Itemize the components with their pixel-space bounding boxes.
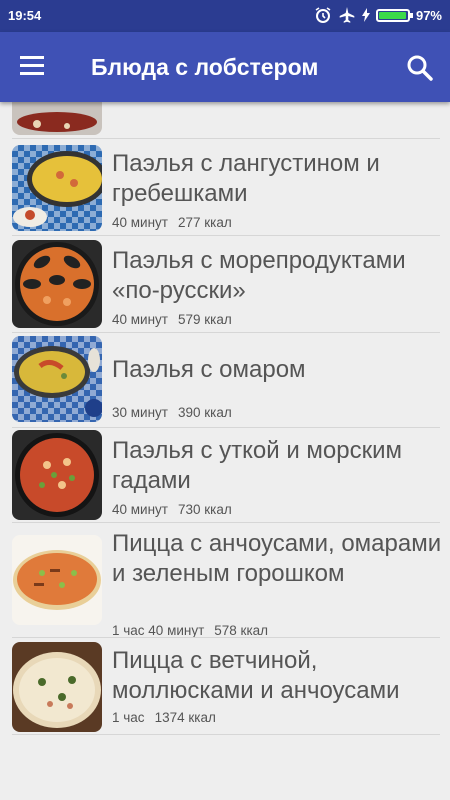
charging-icon [361, 8, 370, 22]
recipe-title: Паэлья с омаром [112, 356, 306, 383]
recipe-list[interactable]: Паэлья с лангустином и гребешками 40 мин… [0, 102, 450, 800]
recipe-meta: 40 минут 579 ккал [112, 312, 242, 327]
list-item-5[interactable]: Пицца с ветчиной, моллюсками и анчоусами… [0, 638, 450, 734]
recipe-meta: 1 час 1374 ккал [112, 710, 226, 725]
status-bar: 19:54 97% [0, 0, 450, 32]
recipe-thumbnail [12, 642, 102, 732]
recipe-meta: 30 минут 390 ккал [112, 405, 242, 420]
recipe-thumbnail [12, 102, 102, 135]
recipe-time: 40 минут [112, 502, 168, 517]
recipe-kcal: 277 ккал [177, 215, 232, 230]
alarm-icon [315, 7, 331, 23]
recipe-title: Паэлья с морепродуктами «по-русски» [112, 247, 406, 304]
recipe-meta: 40 минут 277 ккал [112, 215, 242, 230]
recipe-kcal: 579 ккал [177, 312, 232, 327]
list-item-2[interactable]: Паэлья с омаром 30 минут 390 ккал [0, 333, 450, 425]
list-item-3[interactable]: Паэлья с уткой и морским гадами 40 минут… [0, 428, 450, 522]
recipe-thumbnail [12, 430, 102, 520]
recipe-title: Пицца с ветчиной, моллюсками и анчоусами [112, 647, 400, 704]
recipe-kcal: 390 ккал [177, 405, 232, 420]
list-item-1[interactable]: Паэлья с морепродуктами «по-русски» 40 м… [0, 236, 450, 332]
recipe-time: 30 минут [112, 405, 168, 420]
recipe-title: Пицца с анчоусами, омарами и зеленым гор… [112, 530, 442, 587]
status-time: 19:54 [8, 8, 42, 23]
airplane-icon [339, 7, 355, 23]
recipe-time: 40 минут [112, 215, 168, 230]
list-divider [12, 734, 440, 735]
recipe-time: 1 час 40 минут [112, 623, 205, 638]
app-bar: Блюда с лобстером [0, 32, 450, 102]
recipe-thumbnail [12, 240, 102, 328]
recipe-time: 1 час [112, 710, 145, 725]
recipe-kcal: 578 ккал [214, 623, 269, 638]
menu-icon[interactable] [20, 56, 50, 78]
list-item-4[interactable]: Пицца с анчоусами, омарами и зеленым гор… [0, 523, 450, 638]
search-icon[interactable] [404, 52, 436, 84]
battery-percent: 97% [415, 7, 442, 23]
recipe-kcal: 1374 ккал [154, 710, 216, 725]
recipe-kcal: 730 ккал [177, 502, 232, 517]
status-icons: 97% [314, 6, 442, 24]
recipe-meta: 1 час 40 минут 578 ккал [112, 623, 278, 638]
recipe-thumbnail [12, 535, 102, 625]
page-title: Блюда с лобстером [91, 54, 319, 80]
recipe-thumbnail [12, 336, 102, 422]
list-item-0[interactable]: Паэлья с лангустином и гребешками 40 мин… [0, 139, 450, 235]
recipe-title: Паэлья с лангустином и гребешками [112, 150, 380, 207]
recipe-meta: 40 минут 730 ккал [112, 502, 242, 517]
recipe-thumbnail [12, 145, 102, 231]
recipe-title: Паэлья с уткой и морским гадами [112, 437, 403, 494]
recipe-time: 40 минут [112, 312, 168, 327]
battery-icon [375, 8, 413, 22]
